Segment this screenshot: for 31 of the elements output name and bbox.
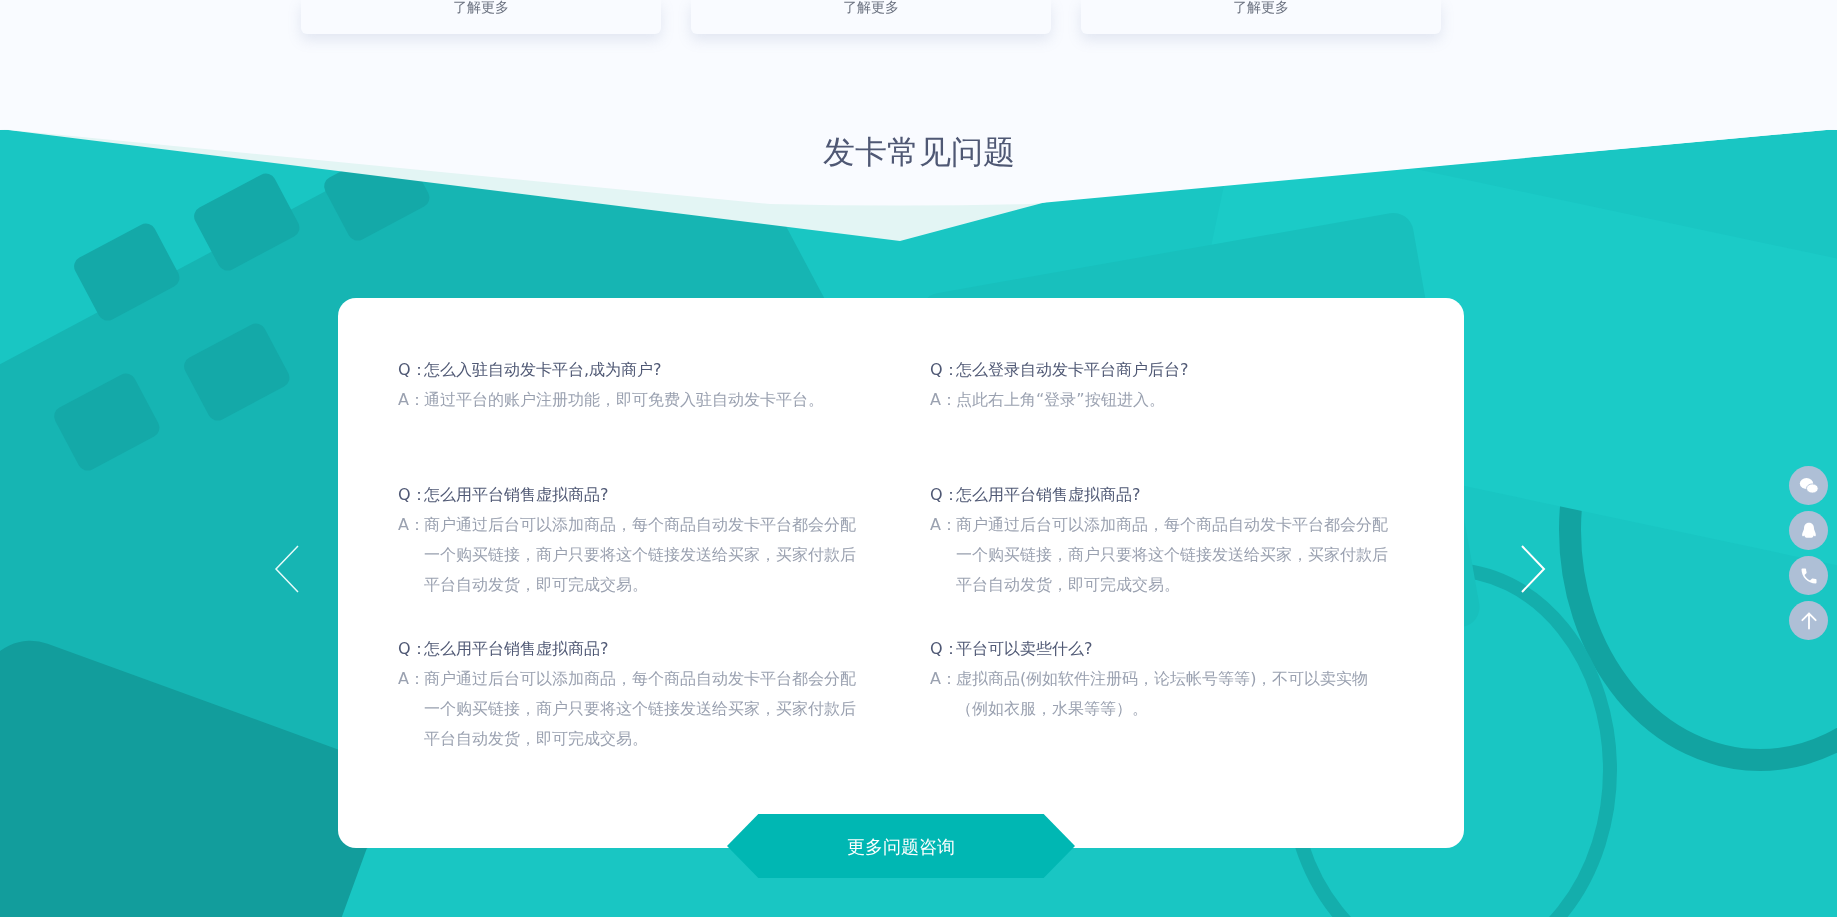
- question-label: Q：: [930, 359, 956, 381]
- learn-more-link[interactable]: 了解更多: [1233, 0, 1289, 15]
- question-label: Q：: [930, 484, 956, 506]
- answer-label: A：: [398, 668, 424, 690]
- question-text: 怎么用平台销售虚拟商品?: [424, 484, 609, 506]
- section-title: 发卡常见问题: [821, 132, 1016, 173]
- previous-arrow[interactable]: [274, 544, 300, 594]
- answer-text: 商户通过后台可以添加商品，每个商品自动发卡平台都会分配一个购买链接，商户只要将这个链接发送给买家，买家付款后平台自动发货，即可完成交易。: [424, 668, 857, 750]
- learn-more-link[interactable]: 了解更多: [843, 0, 899, 15]
- question-text: 平台可以卖些什么?: [956, 638, 1093, 660]
- answer-label: A：: [398, 514, 424, 536]
- answer-label: A：: [398, 389, 424, 411]
- question-label: Q：: [398, 638, 424, 660]
- answer-text: 虚拟商品(例如软件注册码，论坛帐号等等)，不可以卖实物（例如衣服，水果等等）。: [956, 668, 1370, 720]
- answer-label: A：: [930, 668, 956, 690]
- question-text: 怎么用平台销售虚拟商品?: [424, 638, 609, 660]
- answer-text: 通过平台的账户注册功能，即可免费入驻自动发卡平台。: [424, 389, 825, 411]
- answer-label: A：: [930, 389, 956, 411]
- question-text: 怎么入驻自动发卡平台,成为商户?: [424, 359, 662, 381]
- answer-text: 点此右上角“登录”按钮进入。: [956, 389, 1166, 411]
- question-label: Q：: [930, 638, 956, 660]
- question-label: Q：: [398, 359, 424, 381]
- answer-text: 商户通过后台可以添加商品，每个商品自动发卡平台都会分配一个购买链接，商户只要将这个链接发送给买家，买家付款后平台自动发货，即可完成交易。: [956, 514, 1389, 596]
- question-text: 怎么登录自动发卡平台商户后台?: [956, 359, 1189, 381]
- answer-label: A：: [930, 514, 956, 536]
- answer-text: 商户通过后台可以添加商品，每个商品自动发卡平台都会分配一个购买链接，商户只要将这个链接发送给买家，买家付款后平台自动发货，即可完成交易。: [424, 514, 857, 596]
- question-label: Q：: [398, 484, 424, 506]
- next-arrow[interactable]: [1520, 544, 1546, 594]
- question-text: 怎么用平台销售虚拟商品?: [956, 484, 1141, 506]
- learn-more-link[interactable]: 了解更多: [453, 0, 509, 15]
- chat-bubbles-icon: [1798, 475, 1819, 496]
